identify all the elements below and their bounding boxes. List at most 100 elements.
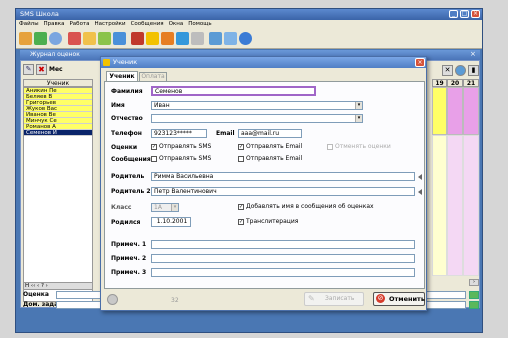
check-icon[interactable]	[98, 32, 111, 45]
table-icon[interactable]	[176, 32, 189, 45]
edit-icon[interactable]: ✎	[23, 64, 34, 75]
cancel-label: Отменить	[389, 295, 425, 303]
checkbox-icon	[238, 155, 244, 162]
class-label: Класс	[111, 204, 132, 211]
cancel-grades-label: Отменять оценки	[335, 143, 391, 150]
student-dialog: Ученик × Ученик Оплата Фамилия Семенов И…	[100, 56, 427, 311]
help-icon[interactable]	[455, 65, 466, 76]
middle-name-label: Отчество	[111, 115, 143, 122]
day-header: 20	[447, 79, 463, 87]
menu-settings[interactable]: Настройки	[95, 21, 126, 27]
parent2-input[interactable]: Петр Валентинович	[151, 187, 415, 196]
chevron-down-icon[interactable]: ▾	[171, 204, 178, 211]
grade-cell-column[interactable]	[432, 135, 447, 276]
toolbar	[16, 30, 482, 49]
menu-windows[interactable]: Окна	[169, 21, 184, 27]
grade-cell-column[interactable]	[463, 135, 479, 276]
class-value: 1А	[154, 204, 162, 211]
email-label: Email	[216, 130, 235, 137]
minimize-button[interactable]: _	[449, 10, 458, 18]
arrow-left-icon[interactable]	[418, 174, 422, 180]
app-title: SMS Школа	[20, 10, 59, 18]
close-button[interactable]: ×	[471, 10, 480, 18]
menu-help[interactable]: Помощь	[188, 21, 211, 27]
cancel-grades-checkbox[interactable]: Отменять оценки	[327, 143, 391, 150]
tab-payment[interactable]: Оплата	[139, 72, 167, 81]
checkbox-icon: ✓	[238, 203, 244, 210]
tools-icon[interactable]	[191, 32, 204, 45]
chevron-down-icon[interactable]: ▾	[355, 115, 362, 122]
checkbox-icon: ✓	[238, 143, 244, 150]
cancel-icon: ⊘	[376, 294, 385, 303]
home-icon[interactable]	[224, 32, 237, 45]
born-input[interactable]: 1.10.2001	[151, 217, 191, 227]
parent1-input[interactable]: Римма Васильевна	[151, 172, 415, 181]
journal-title: Журнал оценок	[30, 51, 80, 58]
messages-sms-checkbox[interactable]: Отправлять SMS	[151, 155, 211, 162]
menu-files[interactable]: Файлы	[19, 21, 39, 27]
people-icon[interactable]	[161, 32, 174, 45]
checkbox-icon	[327, 143, 333, 150]
add-name-checkbox[interactable]: ✓ Добавлять имя в сообщения об оценках	[238, 203, 374, 210]
homework-ok-icon[interactable]	[469, 301, 479, 309]
note3-input[interactable]	[151, 268, 415, 277]
messages-label: Сообщения	[111, 156, 151, 163]
report-icon[interactable]	[131, 32, 144, 45]
help-icon[interactable]	[209, 32, 222, 45]
grades-email-checkbox[interactable]: ✓ Отправлять Email	[238, 143, 302, 150]
maximize-button[interactable]: □	[460, 10, 469, 18]
first-name-combo[interactable]: Иван ▾	[151, 101, 363, 110]
scroll-right-icon[interactable]: ›	[469, 279, 479, 286]
grade-cell-column[interactable]	[432, 87, 447, 135]
menu-work[interactable]: Работа	[69, 21, 89, 27]
pencil-icon[interactable]	[83, 32, 96, 45]
bell-icon[interactable]	[146, 32, 159, 45]
parent1-label: Родитель	[111, 173, 145, 180]
grid-icon[interactable]	[19, 32, 32, 45]
parent2-label: Родитель 2	[111, 188, 151, 195]
transliteration-checkbox[interactable]: ✓ Транслитерация	[238, 218, 298, 225]
grade-ok-icon[interactable]	[469, 291, 479, 299]
checkbox-icon	[151, 155, 157, 162]
class-combo[interactable]: 1А ▾	[151, 203, 179, 212]
chevron-down-icon[interactable]: ▾	[355, 102, 362, 109]
phone-input[interactable]: 923123*****	[151, 129, 207, 138]
day-header: 19	[432, 79, 447, 87]
status-indicator-icon	[107, 294, 118, 305]
delete-icon[interactable]: ✖	[36, 64, 47, 75]
grade-cell-column[interactable]	[447, 135, 463, 276]
add-name-label: Добавлять имя в сообщения об оценках	[246, 203, 374, 210]
middle-name-combo[interactable]: ▾	[151, 114, 363, 123]
menu-edit[interactable]: Правка	[44, 21, 65, 27]
grades-sms-checkbox[interactable]: ✓ Отправлять SMS	[151, 143, 211, 150]
grade-cell-column[interactable]	[463, 87, 479, 135]
note2-input[interactable]	[151, 254, 415, 263]
exit-icon[interactable]: ▮	[468, 65, 479, 76]
last-name-label: Фамилия	[111, 88, 143, 95]
email-input[interactable]: aaa@mail.ru	[238, 129, 302, 138]
dialog-close-icon[interactable]: ×	[415, 58, 425, 67]
dialog-titlebar: Ученик	[101, 57, 426, 68]
note1-input[interactable]	[151, 240, 415, 249]
dialog-title: Ученик	[113, 58, 138, 66]
list-item-selected[interactable]: Семенов И	[24, 130, 92, 136]
grades-sms-label: Отправлять SMS	[159, 143, 212, 150]
tab-student[interactable]: Ученик	[106, 71, 138, 81]
messages-email-checkbox[interactable]: Отправлять Email	[238, 155, 302, 162]
checkbox-icon: ✓	[238, 218, 244, 225]
arrow-left-icon[interactable]	[418, 189, 422, 195]
month-label: Мес	[49, 66, 63, 73]
info-icon[interactable]	[239, 32, 252, 45]
menu-bar: Файлы Правка Работа Настройки Сообщения Окна П…	[16, 20, 482, 30]
record-navigator[interactable]: H ‹‹ ‹ ? ›	[23, 282, 93, 290]
last-name-input[interactable]: Семенов	[151, 86, 316, 96]
book-icon[interactable]	[113, 32, 126, 45]
refresh-icon[interactable]	[49, 32, 62, 45]
pen-icon[interactable]	[68, 32, 81, 45]
journal-close-icon[interactable]: ×	[470, 51, 478, 59]
first-name-label: Имя	[111, 102, 125, 109]
grade-cell-column[interactable]	[447, 87, 463, 135]
menu-messages[interactable]: Сообщения	[131, 21, 164, 27]
chart-icon[interactable]	[34, 32, 47, 45]
columns-icon[interactable]: ✕	[442, 65, 453, 76]
